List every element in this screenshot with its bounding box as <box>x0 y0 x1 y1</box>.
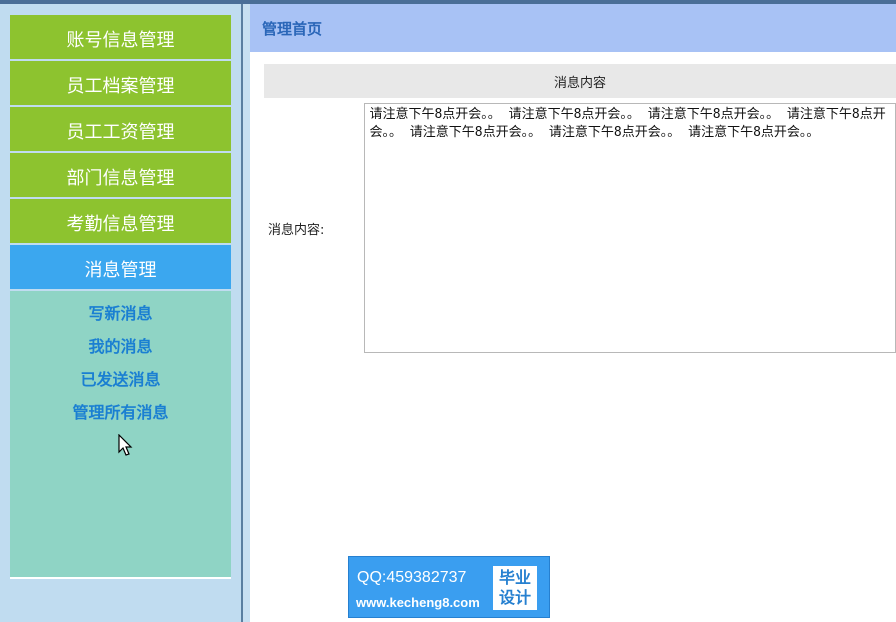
message-content-label: 消息内容: <box>268 222 325 238</box>
message-content-row: 消息内容: 请注意下午8点开会。。 请注意下午8点开会。。 请注意下午8点开会。… <box>264 103 896 353</box>
watermark-badge: QQ:459382737 www.kecheng8.com 毕业 设计 <box>348 556 550 618</box>
table-header: 消息内容 <box>264 64 896 98</box>
submenu-write-message[interactable]: 写新消息 <box>10 295 231 328</box>
watermark-url: www.kecheng8.com <box>356 595 480 610</box>
message-form: 消息内容 消息内容: 请注意下午8点开会。。 请注意下午8点开会。。 请注意下午… <box>264 64 896 353</box>
main-content: 管理首页 消息内容 消息内容: 请注意下午8点开会。。 请注意下午8点开会。。 … <box>250 4 896 622</box>
panel-divider <box>243 4 250 622</box>
submenu-my-messages[interactable]: 我的消息 <box>10 328 231 361</box>
menu-attendance-info[interactable]: 考勤信息管理 <box>10 199 231 243</box>
menu-account-info[interactable]: 账号信息管理 <box>10 15 231 59</box>
sidebar-menu: 账号信息管理 员工档案管理 员工工资管理 部门信息管理 考勤信息管理 消息管理 … <box>10 15 231 579</box>
menu-message-management[interactable]: 消息管理 <box>10 245 231 289</box>
submenu-manage-all-messages[interactable]: 管理所有消息 <box>10 394 231 427</box>
page-title-bar: 管理首页 <box>250 4 896 52</box>
watermark-logo: 毕业 设计 <box>493 566 537 610</box>
submenu-sent-messages[interactable]: 已发送消息 <box>10 361 231 394</box>
menu-employee-salary[interactable]: 员工工资管理 <box>10 107 231 151</box>
watermark-logo-line1: 毕业 <box>498 568 531 587</box>
menu-department-info[interactable]: 部门信息管理 <box>10 153 231 197</box>
watermark-logo-line2: 设计 <box>498 588 531 607</box>
menu-employee-records[interactable]: 员工档案管理 <box>10 61 231 105</box>
watermark-qq: QQ:459382737 <box>357 569 467 586</box>
mouse-cursor-icon <box>118 434 133 456</box>
page-title: 管理首页 <box>262 19 323 38</box>
message-content-textarea[interactable]: 请注意下午8点开会。。 请注意下午8点开会。。 请注意下午8点开会。。 请注意下… <box>364 103 896 353</box>
sidebar: 账号信息管理 员工档案管理 员工工资管理 部门信息管理 考勤信息管理 消息管理 … <box>0 4 243 622</box>
